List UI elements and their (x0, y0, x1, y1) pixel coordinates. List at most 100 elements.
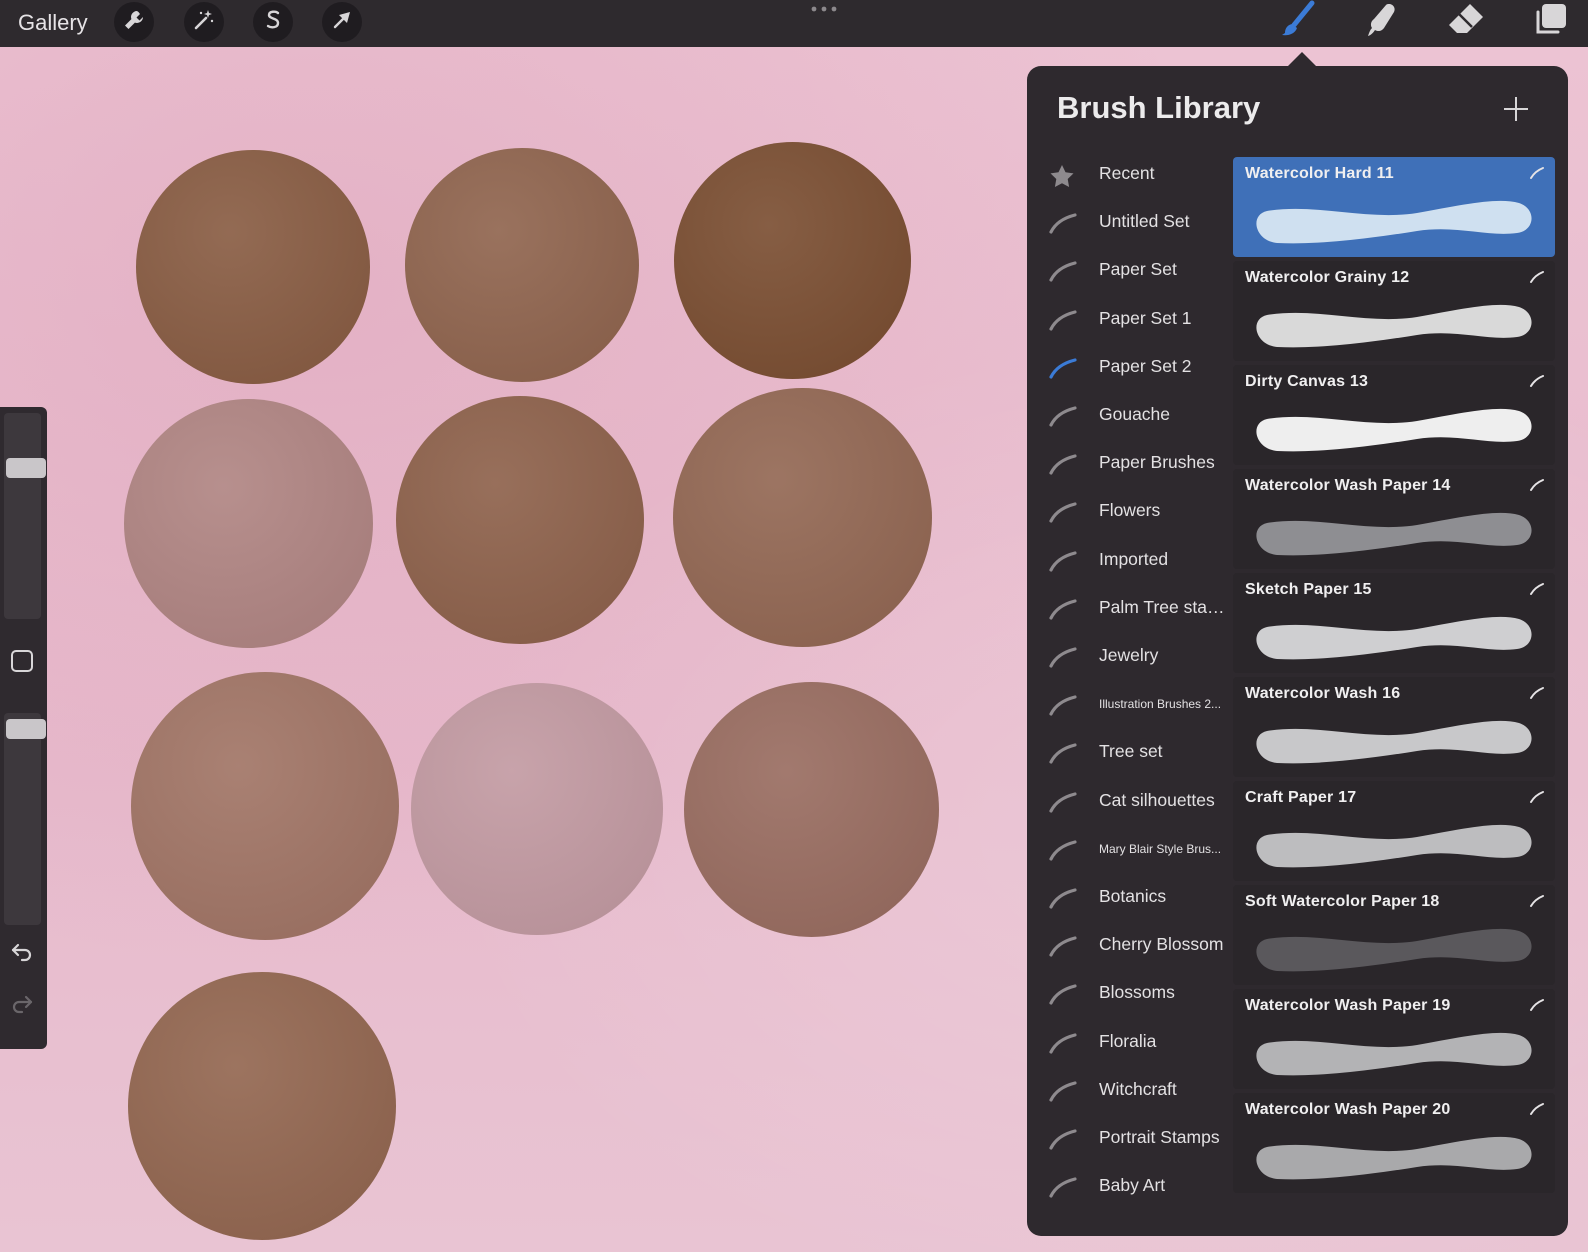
add-brush-set-button[interactable] (1501, 94, 1531, 124)
layers-icon (1530, 0, 1570, 45)
brush-set-label: Paper Brushes (1099, 452, 1215, 473)
top-toolbar: Gallery (0, 0, 1588, 47)
texture-swatch (136, 150, 370, 384)
opacity-slider[interactable] (4, 713, 46, 925)
brush-set-item[interactable]: Illustration Brushes 2... (1027, 682, 1233, 726)
brush-set-item[interactable]: Portrait Stamps (1027, 1116, 1233, 1160)
brush-card[interactable]: Soft Watercolor Paper 18 (1233, 885, 1555, 985)
panel-title: Brush Library (1057, 90, 1261, 125)
opacity-thumb[interactable] (6, 718, 46, 739)
brush-set-label: Cat silhouettes (1099, 789, 1215, 810)
brush-name: Sketch Paper 15 (1245, 581, 1372, 598)
brush-set-item[interactable]: Flowers (1027, 489, 1233, 533)
brush-stroke-preview (1247, 497, 1543, 561)
eraser-tool-button[interactable] (1444, 2, 1488, 42)
brush-card[interactable]: Watercolor Wash 16 (1233, 677, 1555, 777)
brush-mini-icon (1529, 374, 1545, 388)
brush-stroke-preview (1247, 601, 1543, 665)
arrow-transform-icon (330, 8, 354, 37)
modify-button[interactable] (9, 649, 35, 678)
brush-stroke-icon (1049, 791, 1077, 813)
selection-s-icon (261, 8, 285, 37)
brush-set-item[interactable]: Paper Set 2 (1027, 345, 1233, 389)
smudge-icon (1362, 0, 1402, 45)
brush-set-item[interactable]: Gouache (1027, 393, 1233, 437)
brush-set-item[interactable]: Witchcraft (1027, 1068, 1233, 1112)
brush-stroke-icon (1049, 260, 1077, 282)
smudge-tool-button[interactable] (1360, 2, 1404, 42)
layers-tool-button[interactable] (1528, 2, 1572, 42)
brush-stroke-icon (1049, 1176, 1077, 1198)
brush-set-label: Paper Set 1 (1099, 307, 1192, 328)
brush-stroke-icon (1049, 742, 1077, 764)
brush-name: Watercolor Grainy 12 (1245, 269, 1410, 286)
brush-set-label: Portrait Stamps (1099, 1127, 1220, 1147)
brush-stroke-preview (1247, 393, 1543, 457)
texture-swatch (674, 142, 911, 379)
brush-size-thumb[interactable] (6, 457, 46, 478)
brush-set-label: Illustration Brushes 2... (1099, 697, 1222, 712)
texture-swatch (411, 683, 663, 935)
brush-set-item[interactable]: Tree set (1027, 730, 1233, 774)
brush-set-item[interactable]: Baby Art (1027, 1164, 1233, 1208)
brush-mini-icon (1529, 894, 1545, 908)
actions-button[interactable] (114, 2, 154, 42)
undo-icon (10, 939, 34, 968)
brush-card[interactable]: Watercolor Hard 11 (1233, 157, 1555, 257)
brush-name: Watercolor Wash 16 (1245, 685, 1401, 702)
brush-card[interactable]: Watercolor Wash Paper 20 (1233, 1093, 1555, 1193)
brush-set-item[interactable]: Recent (1027, 152, 1233, 196)
brush-set-item[interactable]: Paper Set 1 (1027, 297, 1233, 341)
brush-stroke-icon (1049, 550, 1077, 572)
brush-library-panel: Brush Library Recent Untitled Set Paper Se… (1027, 66, 1568, 1236)
brush-set-label: Imported (1099, 548, 1169, 569)
brush-set-item[interactable]: Floralia (1027, 1020, 1233, 1064)
brush-mini-icon (1529, 166, 1545, 180)
brush-set-item[interactable]: Untitled Set (1027, 200, 1233, 244)
brush-card[interactable]: Watercolor Grainy 12 (1233, 261, 1555, 361)
brush-card[interactable]: Dirty Canvas 13 (1233, 365, 1555, 465)
brush-set-item[interactable]: Paper Set (1027, 248, 1233, 292)
brush-set-item[interactable]: Botanics (1027, 875, 1233, 919)
star-icon (1049, 164, 1077, 187)
brush-name: Watercolor Hard 11 (1245, 165, 1394, 182)
brush-stroke-preview (1247, 705, 1543, 769)
undo-button[interactable] (9, 940, 35, 966)
brush-stroke-icon (1049, 212, 1077, 234)
brush-set-item[interactable]: Palm Tree stamps (1027, 586, 1235, 630)
brush-stroke-preview (1247, 809, 1543, 873)
square-icon (10, 649, 34, 678)
brush-stroke-preview (1247, 1017, 1543, 1081)
brush-set-item[interactable]: Jewelry (1027, 634, 1233, 678)
brush-card[interactable]: Watercolor Wash Paper 19 (1233, 989, 1555, 1089)
brush-set-label: Witchcraft (1099, 1078, 1177, 1099)
brush-name: Watercolor Wash Paper 14 (1245, 477, 1451, 494)
brush-size-slider[interactable] (4, 413, 46, 619)
brush-set-label: Tree set (1099, 741, 1163, 762)
gallery-button[interactable]: Gallery (18, 6, 88, 40)
brush-set-item[interactable]: Imported (1027, 538, 1233, 582)
brush-tool-button[interactable] (1276, 0, 1320, 42)
brush-card[interactable]: Watercolor Wash Paper 14 (1233, 469, 1555, 569)
brush-name: Watercolor Wash Paper 20 (1245, 1101, 1451, 1118)
brush-set-item[interactable]: Cat silhouettes (1027, 779, 1233, 823)
drag-grip[interactable] (808, 2, 840, 14)
texture-swatch (128, 972, 396, 1240)
brush-card[interactable]: Sketch Paper 15 (1233, 573, 1555, 673)
texture-swatch (684, 682, 939, 937)
brush-set-item[interactable]: Paper Brushes (1027, 441, 1233, 485)
redo-button[interactable] (9, 992, 35, 1018)
brush-card[interactable]: Craft Paper 17 (1233, 781, 1555, 881)
brush-set-item[interactable]: Mary Blair Style Brus... (1027, 827, 1233, 871)
left-sidebar (0, 407, 47, 1049)
brush-stroke-icon (1049, 694, 1077, 716)
brush-set-item[interactable]: Cherry Blossom (1027, 923, 1233, 967)
adjustments-button[interactable] (184, 2, 224, 42)
brush-set-label: Jewelry (1099, 645, 1159, 665)
texture-swatch (124, 399, 373, 648)
transform-button[interactable] (322, 2, 362, 42)
brush-mini-icon (1529, 998, 1545, 1012)
brush-set-label: Mary Blair Style Brus... (1099, 841, 1222, 856)
selection-button[interactable] (253, 2, 293, 42)
brush-set-item[interactable]: Blossoms (1027, 971, 1233, 1015)
